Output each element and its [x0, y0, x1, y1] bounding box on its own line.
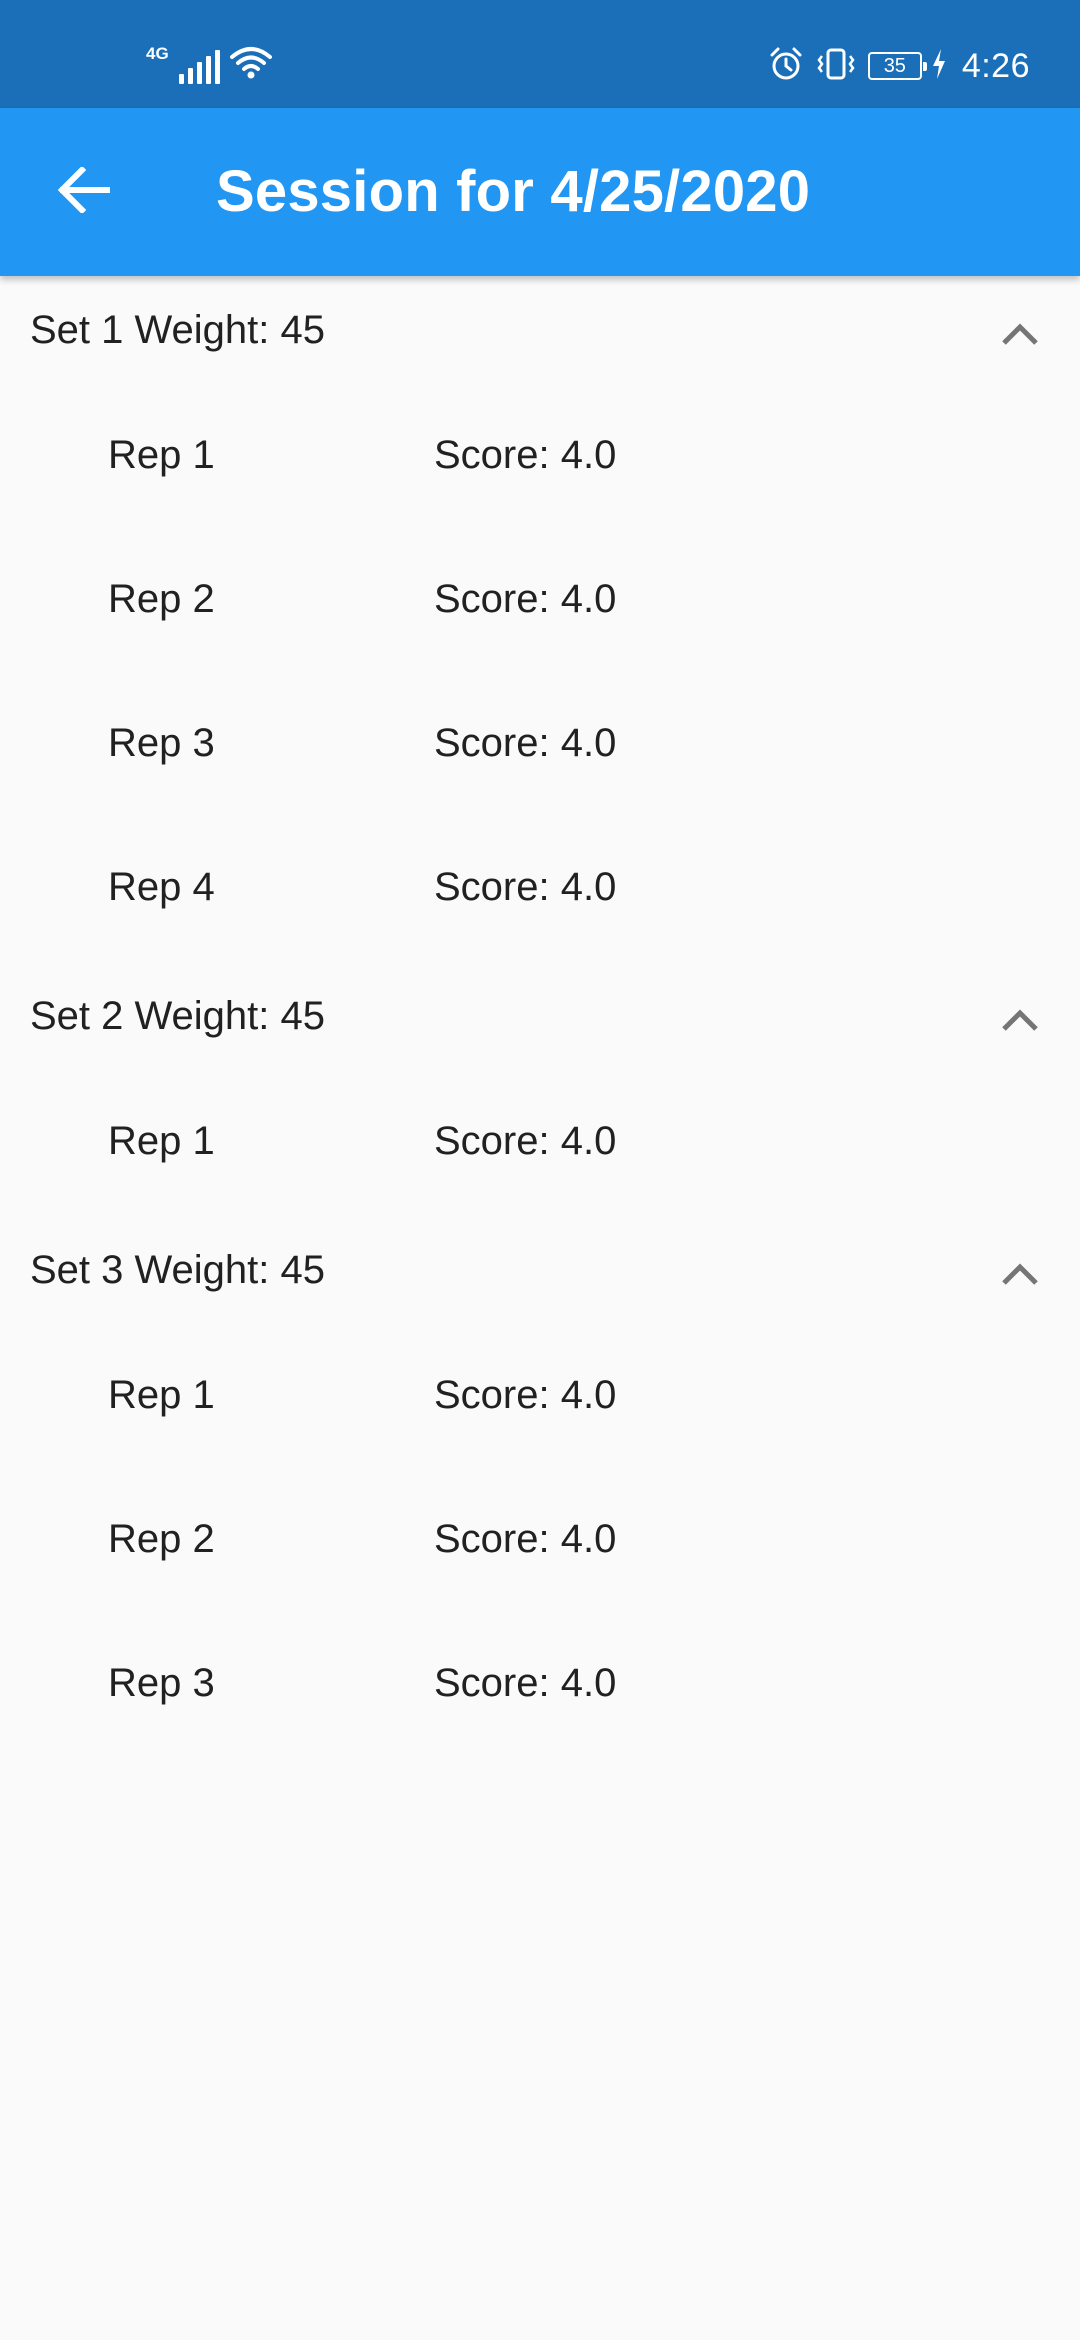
- signal-icon: [178, 50, 220, 84]
- set-title: Set 3 Weight: 45: [30, 1248, 325, 1292]
- set-header[interactable]: Set 1 Weight: 45: [0, 276, 1080, 386]
- rep-label: Rep 2: [108, 1517, 215, 1561]
- set-header[interactable]: Set 3 Weight: 45: [0, 1216, 1080, 1326]
- status-left: 4G: [146, 44, 272, 84]
- rep-row: Rep 1 Score: 4.0: [0, 386, 1080, 530]
- rep-label: Rep 3: [108, 1661, 215, 1705]
- chevron-up-icon[interactable]: [996, 310, 1044, 358]
- rep-score: Score: 4.0: [434, 1517, 617, 1561]
- rep-row: Rep 3 Score: 4.0: [0, 1614, 1080, 1758]
- rep-row: Rep 2 Score: 4.0: [0, 1470, 1080, 1614]
- rep-row: Rep 4 Score: 4.0: [0, 818, 1080, 962]
- rep-list: Rep 1 Score: 4.0 Rep 2 Score: 4.0 Rep 3 …: [0, 386, 1080, 962]
- set-panel: Set 3 Weight: 45 Rep 1 Score: 4.0 Rep 2 …: [0, 1216, 1080, 1758]
- set-panel: Set 2 Weight: 45 Rep 1 Score: 4.0: [0, 962, 1080, 1216]
- status-bar: 4G 35 4:26: [0, 0, 1080, 108]
- wifi-icon: [229, 45, 272, 84]
- rep-list: Rep 1 Score: 4.0: [0, 1072, 1080, 1216]
- status-right: 35 4:26: [768, 44, 1030, 88]
- rep-row: Rep 3 Score: 4.0: [0, 674, 1080, 818]
- rep-label: Rep 1: [108, 1119, 215, 1163]
- chevron-up-icon[interactable]: [996, 996, 1044, 1044]
- rep-label: Rep 4: [108, 865, 215, 909]
- rep-score: Score: 4.0: [434, 1119, 617, 1163]
- charging-icon: [932, 48, 946, 84]
- page-title: Session for 4/25/2020: [216, 159, 811, 224]
- rep-row: Rep 1 Score: 4.0: [0, 1072, 1080, 1216]
- app-bar: Session for 4/25/2020: [0, 108, 1080, 276]
- rep-score: Score: 4.0: [434, 433, 617, 477]
- set-header[interactable]: Set 2 Weight: 45: [0, 962, 1080, 1072]
- rep-label: Rep 1: [108, 1373, 215, 1417]
- rep-label: Rep 2: [108, 577, 215, 621]
- rep-score: Score: 4.0: [434, 1661, 617, 1705]
- rep-row: Rep 2 Score: 4.0: [0, 530, 1080, 674]
- back-button[interactable]: [46, 154, 122, 230]
- rep-score: Score: 4.0: [434, 865, 617, 909]
- rep-score: Score: 4.0: [434, 577, 617, 621]
- rep-label: Rep 3: [108, 721, 215, 765]
- alarm-icon: [768, 46, 804, 87]
- network-type: 4G: [146, 44, 169, 63]
- set-title: Set 2 Weight: 45: [30, 994, 325, 1038]
- rep-score: Score: 4.0: [434, 1373, 617, 1417]
- rep-label: Rep 1: [108, 433, 215, 477]
- vibrate-icon: [814, 46, 858, 87]
- sets-list: Set 1 Weight: 45 Rep 1 Score: 4.0 Rep 2 …: [0, 276, 1080, 1758]
- set-panel: Set 1 Weight: 45 Rep 1 Score: 4.0 Rep 2 …: [0, 276, 1080, 962]
- chevron-up-icon[interactable]: [996, 1250, 1044, 1298]
- arrow-back-icon: [57, 165, 111, 218]
- rep-list: Rep 1 Score: 4.0 Rep 2 Score: 4.0 Rep 3 …: [0, 1326, 1080, 1758]
- status-time: 4:26: [961, 46, 1030, 85]
- battery-icon: 35: [867, 52, 927, 80]
- set-title: Set 1 Weight: 45: [30, 308, 325, 352]
- rep-row: Rep 1 Score: 4.0: [0, 1326, 1080, 1470]
- rep-score: Score: 4.0: [434, 721, 617, 765]
